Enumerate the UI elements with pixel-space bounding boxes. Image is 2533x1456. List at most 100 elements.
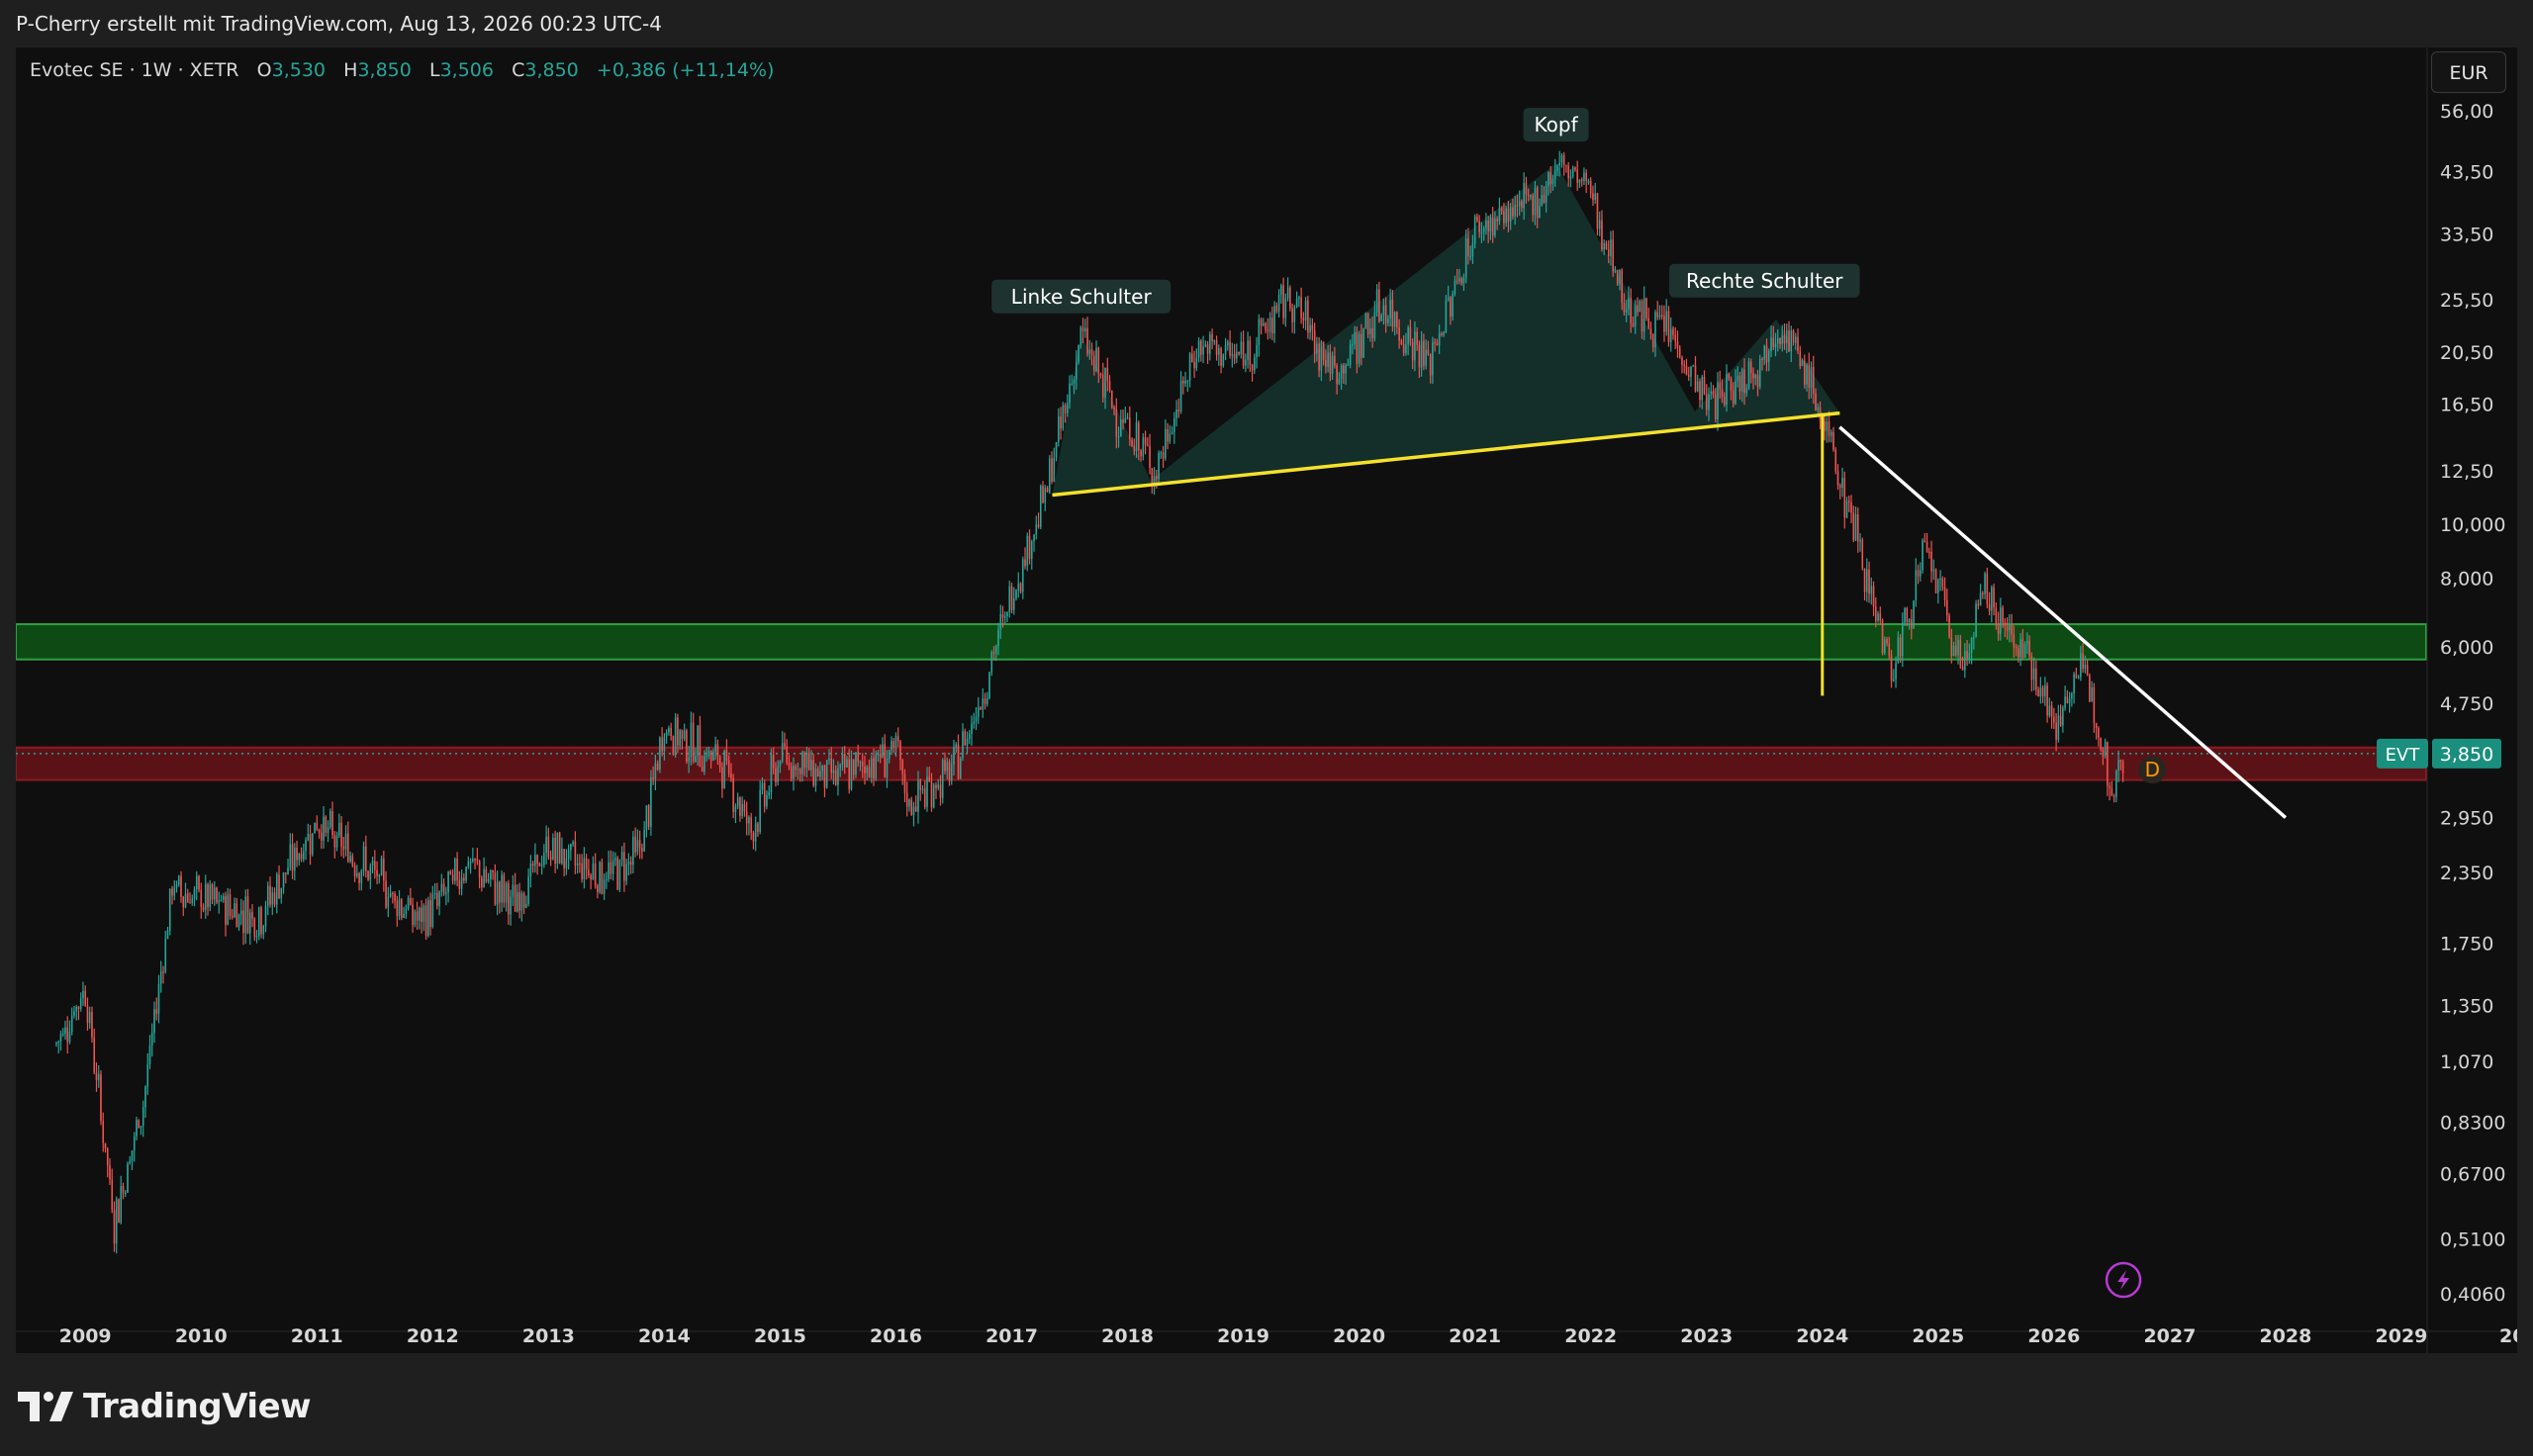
candle	[278, 864, 280, 899]
candle	[563, 849, 565, 877]
candle	[1046, 486, 1049, 493]
candle	[730, 763, 732, 782]
candle	[2011, 613, 2013, 643]
candle	[1625, 299, 1628, 322]
candle	[2064, 685, 2066, 711]
change-value: +0,386 (+11,14%)	[596, 59, 775, 81]
candle	[581, 854, 583, 883]
candle	[946, 757, 949, 779]
candle	[1937, 578, 1939, 604]
candle	[1327, 344, 1329, 373]
candle	[1206, 340, 1209, 364]
currency-button[interactable]: EUR	[2431, 51, 2506, 93]
candle	[1265, 321, 1266, 334]
candle	[136, 1117, 138, 1140]
candle	[1553, 158, 1556, 187]
candle	[690, 711, 693, 766]
candle	[1868, 561, 1870, 603]
candle	[656, 760, 659, 772]
candle	[629, 856, 632, 874]
candle	[1420, 330, 1423, 377]
candle	[1033, 533, 1035, 552]
candle	[1478, 215, 1480, 238]
candle	[545, 825, 547, 864]
candle	[891, 736, 892, 756]
candle	[1740, 367, 1743, 403]
candle	[327, 820, 329, 843]
chart-pane[interactable]: Linke Schulter Kopf Rechte Schulter D 56,00…	[16, 47, 2517, 1353]
candle	[419, 906, 421, 930]
candle	[1473, 214, 1476, 249]
candle	[1414, 320, 1416, 372]
candle	[1095, 340, 1097, 373]
candle	[2046, 682, 2048, 723]
candle	[138, 1119, 141, 1129]
candle	[1665, 299, 1668, 336]
candle	[1781, 324, 1784, 352]
candle	[1171, 425, 1173, 435]
candle	[1275, 302, 1278, 315]
candle	[1313, 322, 1316, 364]
candle	[625, 859, 627, 885]
candle	[1765, 338, 1768, 372]
symbol-legend[interactable]: Evotec SE · 1W · XETR O3,530 H3,850 L3,5…	[30, 59, 774, 81]
candle	[975, 706, 978, 730]
candle	[1654, 310, 1656, 357]
candle	[1843, 471, 1846, 529]
chart-canvas[interactable]: Linke Schulter Kopf Rechte Schulter D 56,00…	[16, 47, 2517, 1353]
candle	[1639, 299, 1642, 313]
candle	[2017, 644, 2019, 663]
candle	[1177, 398, 1180, 418]
candle	[374, 850, 376, 879]
candle	[424, 898, 427, 941]
candle	[1441, 331, 1443, 337]
candle	[2030, 652, 2033, 692]
candle	[1585, 169, 1588, 194]
candle	[2111, 780, 2113, 796]
candle	[884, 734, 887, 778]
candle	[1066, 394, 1069, 417]
candle	[1788, 320, 1790, 352]
candle	[1770, 325, 1772, 358]
candle	[1380, 313, 1382, 321]
candle	[1149, 433, 1151, 475]
candle	[342, 836, 345, 859]
candle	[1073, 376, 1076, 395]
tradingview-logo[interactable]: TradingView	[18, 1387, 312, 1426]
candle	[1416, 326, 1418, 351]
candle	[798, 767, 801, 782]
candle	[141, 1100, 144, 1138]
candle	[248, 908, 251, 946]
candle	[1051, 451, 1053, 485]
candle	[1623, 293, 1626, 317]
candle	[77, 1006, 80, 1021]
candle	[262, 924, 265, 940]
candle	[1806, 362, 1808, 392]
candle	[843, 746, 846, 774]
candle	[2100, 737, 2102, 752]
candle	[447, 870, 449, 903]
candle	[189, 892, 191, 904]
candle	[349, 851, 351, 864]
candle	[1523, 172, 1525, 221]
candle	[1810, 361, 1813, 399]
candle	[686, 728, 688, 765]
candle	[2044, 677, 2046, 706]
candle	[1841, 467, 1843, 498]
candle	[358, 871, 360, 891]
candle	[793, 757, 795, 791]
candle	[554, 830, 556, 873]
candle	[1271, 306, 1273, 341]
candle	[1480, 222, 1483, 243]
candle	[1694, 356, 1697, 393]
candle	[861, 753, 864, 778]
candle	[1482, 226, 1485, 241]
candle	[786, 739, 788, 766]
candle	[832, 759, 835, 785]
candle	[410, 887, 412, 906]
candle	[597, 883, 599, 899]
candle	[988, 671, 990, 700]
candle	[1815, 388, 1817, 411]
candle	[1273, 301, 1275, 343]
candle	[830, 747, 833, 779]
